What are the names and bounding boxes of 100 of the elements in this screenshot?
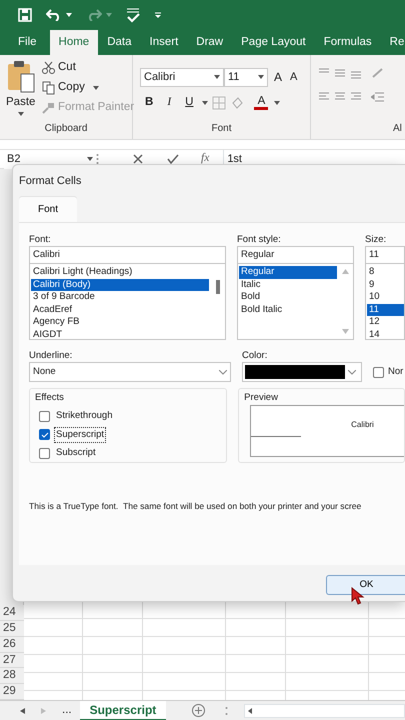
checkbox-label: Strikethrough	[55, 409, 114, 424]
ribbon-tab[interactable]: Home	[50, 30, 98, 55]
copy-icon	[42, 81, 55, 95]
ribbon-button[interactable]: Copy	[40, 78, 136, 98]
underline-button[interactable]: U	[180, 93, 198, 113]
chevron-down-icon	[219, 370, 227, 374]
text-field[interactable]: 11	[365, 246, 405, 264]
color-swatch-icon	[245, 365, 345, 379]
undo-icon[interactable]	[46, 9, 62, 21]
list-item[interactable]: Regular	[238, 266, 337, 278]
grow-font-button[interactable]: A	[272, 67, 284, 87]
field-label: Font:	[29, 233, 52, 246]
list-item[interactable]: 3 of 9 Barcode	[31, 291, 209, 304]
check-icon	[40, 432, 48, 438]
ribbon-tab[interactable]: Page Layout	[232, 30, 315, 55]
shrink-font-button[interactable]: A	[288, 67, 300, 87]
info-text: This is a TrueType font. The same font will be used on both your printer and your scree	[29, 500, 362, 513]
checkbox[interactable]	[39, 448, 50, 459]
caret-icon[interactable]	[87, 157, 93, 161]
list-item[interactable]: AcadEref	[31, 304, 209, 316]
checkbox-label: Subscript	[55, 446, 97, 460]
row-header[interactable]: 29	[0, 684, 24, 700]
checkbox[interactable]	[39, 410, 50, 422]
list-box[interactable]: Regular Italic Bold Bold Italic	[236, 264, 354, 340]
scrollbar-thumb-icon[interactable]	[216, 280, 220, 294]
checkbox[interactable]	[373, 366, 384, 378]
list-item[interactable]: Italic	[238, 278, 337, 291]
ribbon-tab[interactable]: File	[9, 30, 46, 55]
row-header[interactable]: 28	[0, 668, 24, 684]
italic-button[interactable]: I	[162, 93, 176, 113]
ok-button[interactable]: OK	[326, 575, 405, 595]
clipboard-icon	[6, 61, 35, 93]
grip-icon	[96, 153, 99, 165]
checkbox-label: Nor	[388, 364, 404, 379]
caret-icon[interactable]	[258, 75, 264, 79]
caret-icon[interactable]	[214, 75, 220, 79]
text-field[interactable]: Calibri	[29, 246, 226, 264]
list-item[interactable]: Calibri (Body)	[31, 278, 209, 291]
row-header[interactable]: 24	[0, 605, 24, 622]
bold-button[interactable]: B	[140, 93, 158, 113]
caret-icon[interactable]	[18, 112, 24, 116]
row-header[interactable]: 26	[0, 636, 24, 653]
list-item[interactable]: Bold Italic	[238, 304, 337, 316]
paintbrush-icon	[42, 101, 55, 115]
spelling-check-icon[interactable]	[126, 7, 140, 23]
scroll-left-icon[interactable]	[248, 708, 252, 714]
ribbon-tab[interactable]: Data	[98, 30, 141, 55]
list-item[interactable]: Bold	[238, 291, 337, 304]
caret-icon[interactable]	[92, 86, 99, 90]
row-header[interactable]: 27	[0, 652, 24, 668]
ribbon-tab[interactable]: Draw	[187, 30, 232, 55]
field-label: Size:	[365, 233, 388, 246]
paste-button[interactable]: Paste	[4, 61, 38, 116]
align-top-icon[interactable]	[319, 67, 363, 79]
list-item[interactable]: 11	[367, 304, 404, 316]
sheet-tab[interactable]: Superscript	[80, 700, 166, 720]
ribbon-button[interactable]: Cut	[40, 58, 136, 78]
row-header[interactable]: 25	[0, 621, 24, 637]
dialog-title: Format Cells	[18, 174, 82, 189]
dialog-tab[interactable]: Font	[19, 197, 78, 222]
text-field[interactable]: Regular	[236, 246, 354, 264]
caret-icon[interactable]	[66, 13, 72, 17]
chevron-down-icon	[348, 370, 356, 374]
customize-icon[interactable]	[154, 12, 162, 18]
list-box[interactable]: 8 9 10 11 12 14	[365, 264, 405, 340]
group-label: Clipboard	[44, 122, 88, 136]
enter-check-icon[interactable]	[167, 154, 179, 164]
list-box[interactable]: Calibri Light (Headings) Calibri (Body) 3 of 9 Barcode AcadEref Agency FB AIGDT	[29, 264, 226, 340]
underline-dropdown[interactable]: None	[29, 362, 231, 382]
list-item[interactable]: Calibri Light (Headings)	[31, 266, 209, 278]
preview-text: Calibri	[351, 419, 374, 431]
font-name-field[interactable]: Calibri	[140, 68, 224, 86]
list-item[interactable]: AIGDT	[31, 328, 209, 341]
decrease-indent-icon[interactable]	[371, 91, 385, 103]
caret-icon[interactable]	[202, 101, 208, 105]
list-item[interactable]: 9	[367, 278, 404, 291]
checkbox-label: Superscript	[54, 426, 106, 443]
fill-color-icon[interactable]	[230, 96, 244, 110]
list-item[interactable]: 10	[367, 291, 404, 304]
insert-function-button[interactable]: fx	[199, 149, 212, 169]
add-sheet-icon[interactable]	[192, 704, 206, 717]
save-icon[interactable]	[18, 8, 32, 22]
caret-icon[interactable]	[274, 101, 280, 105]
group-label: Preview	[244, 391, 278, 405]
cancel-icon[interactable]	[133, 154, 143, 164]
ribbon-tab[interactable]: Re	[380, 30, 405, 55]
field-label: Underline:	[29, 349, 74, 362]
color-dropdown[interactable]	[242, 362, 362, 382]
checkbox[interactable]	[39, 429, 50, 440]
more-sheets-button[interactable]: ...	[60, 700, 74, 720]
ribbon-tab[interactable]: Insert	[140, 30, 188, 55]
list-item[interactable]: 8	[367, 266, 404, 278]
font-color-button[interactable]: A	[252, 96, 270, 110]
scroll-left-icon[interactable]	[20, 708, 25, 714]
horizontal-scrollbar[interactable]	[244, 704, 405, 718]
font-size-field[interactable]: 11	[224, 68, 268, 86]
list-item[interactable]: Agency FB	[31, 316, 209, 328]
list-item[interactable]: 14	[367, 328, 404, 340]
ribbon-tab[interactable]: Formulas	[314, 30, 381, 55]
list-item[interactable]: 12	[367, 316, 404, 328]
